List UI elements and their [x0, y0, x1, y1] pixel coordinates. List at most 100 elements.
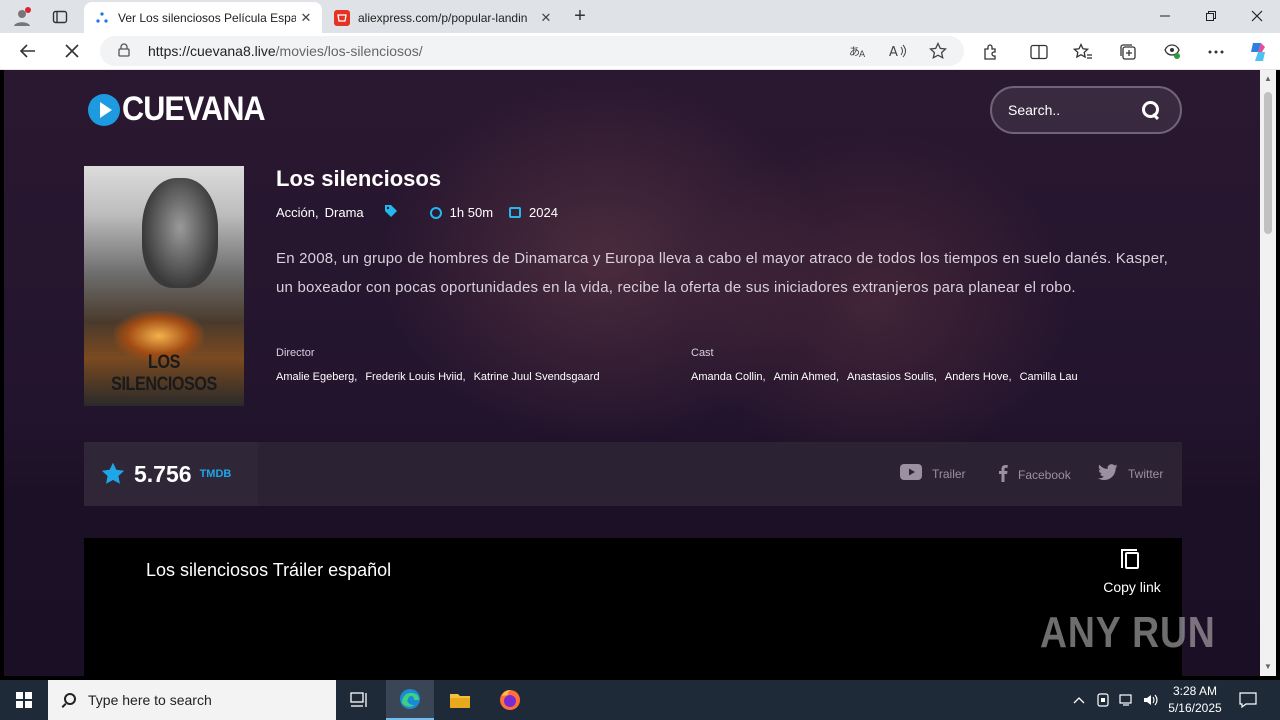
rating-score: 5.756	[134, 460, 192, 487]
windows-icon	[16, 692, 32, 708]
synopsis: En 2008, un grupo de hombres de Dinamarc…	[276, 250, 1168, 296]
task-view-icon[interactable]	[336, 680, 384, 720]
facebook-label: Facebook	[1018, 467, 1071, 482]
rating-source: TMDB	[199, 468, 232, 480]
stop-loading-icon[interactable]	[56, 37, 88, 65]
tab-title: aliexpress.com/p/popular-landin	[358, 10, 528, 25]
copilot-icon[interactable]	[1243, 39, 1273, 65]
tag-icon	[384, 204, 398, 221]
trailer-title[interactable]: Los silenciosos Tráiler español	[146, 560, 391, 581]
duration: 1h 50m	[449, 205, 494, 220]
genre-link[interactable]: Acción	[276, 205, 315, 220]
cast-link[interactable]: Camilla Lau	[1020, 371, 1078, 383]
tab-actions-icon[interactable]	[46, 4, 74, 30]
tab-cuevana[interactable]: Ver Los silenciosos Película Espa ✕	[84, 2, 322, 33]
aliexpress-icon	[334, 9, 350, 26]
loading-icon	[94, 10, 110, 26]
copy-link-label: Copy link	[1103, 579, 1161, 595]
copy-icon	[1121, 549, 1139, 569]
director-list: Amalie Egeberg, Frederik Louis Hviid, Ka…	[276, 371, 608, 383]
cast-link[interactable]: Anders Hove,	[945, 371, 1012, 383]
close-window-icon[interactable]	[1234, 0, 1280, 32]
scrollbar-thumb[interactable]	[1264, 92, 1272, 234]
close-tab-icon[interactable]: ✕	[296, 10, 316, 26]
minimize-icon[interactable]	[1142, 0, 1188, 32]
genre-link[interactable]: Drama	[325, 205, 364, 220]
search-input[interactable]	[1008, 102, 1128, 118]
taskbar-search[interactable]: Type here to search	[48, 680, 336, 720]
poster-face	[142, 178, 218, 288]
cast-label: Cast	[691, 347, 714, 359]
read-aloud-icon[interactable]: A	[886, 40, 910, 62]
notifications-icon[interactable]	[1232, 680, 1264, 720]
trailer-button[interactable]: Trailer	[900, 464, 966, 483]
rating-share-bar: 5.756 TMDB Trailer Facebook Twitter	[84, 442, 1182, 506]
file-explorer-icon[interactable]	[436, 680, 484, 720]
back-icon[interactable]	[12, 37, 44, 65]
logo-text: CUEVANA	[122, 90, 266, 128]
director-link[interactable]: Katrine Juul Svendsgaard	[474, 371, 600, 383]
page-viewport: CUEVANA LOS SILENCIOSOS Los silenciosos …	[4, 70, 1260, 676]
movie-title: Los silenciosos	[276, 166, 442, 191]
device-icon[interactable]	[1092, 680, 1114, 720]
address-toolbar: https://cuevana8.live/movies/los-silenci…	[0, 33, 1280, 70]
movie-meta: Acción , Drama 1h 50m 2024	[276, 204, 558, 221]
url-path: /movies/los-silenciosos/	[275, 43, 423, 59]
more-options-icon[interactable]	[1201, 39, 1231, 65]
restore-icon[interactable]	[1188, 0, 1234, 32]
cast-link[interactable]: Anastasios Soulis,	[847, 371, 937, 383]
cast-list: Amanda Collin, Amin Ahmed, Anastasios So…	[691, 371, 1086, 383]
rating-box: 5.756 TMDB	[84, 442, 258, 506]
scroll-down-icon[interactable]: ▼	[1260, 660, 1276, 674]
translate-icon[interactable]: あA	[846, 40, 870, 62]
facebook-icon	[998, 464, 1008, 485]
volume-icon[interactable]	[1140, 680, 1162, 720]
edge-icon[interactable]	[386, 680, 434, 720]
trailer-label: Trailer	[932, 466, 966, 481]
page-scrollbar[interactable]: ▲ ▼	[1260, 70, 1276, 676]
tab-aliexpress[interactable]: aliexpress.com/p/popular-landin ✕	[324, 2, 562, 33]
split-screen-icon[interactable]	[1024, 39, 1054, 65]
new-tab-button[interactable]: +	[566, 4, 594, 30]
tab-bar: Ver Los silenciosos Película Espa ✕ alie…	[0, 0, 1280, 33]
search-icon[interactable]	[1142, 101, 1160, 119]
favorite-star-icon[interactable]	[926, 40, 950, 62]
close-tab-icon[interactable]: ✕	[536, 10, 556, 26]
clock-icon	[429, 206, 442, 219]
favorites-icon[interactable]	[1068, 39, 1098, 65]
copy-link-button[interactable]: Copy link	[1100, 549, 1164, 595]
site-logo[interactable]: CUEVANA	[88, 90, 281, 129]
extensions-icon[interactable]	[976, 39, 1006, 65]
url-field[interactable]: https://cuevana8.live/movies/los-silenci…	[100, 36, 964, 66]
firefox-icon[interactable]	[486, 680, 534, 720]
play-logo-icon	[88, 93, 120, 126]
lock-icon	[118, 42, 134, 60]
system-clock[interactable]: 3:28 AM 5/16/2025	[1166, 683, 1224, 717]
cast-link[interactable]: Amanda Collin,	[691, 371, 766, 383]
browser-essentials-icon[interactable]	[1157, 39, 1187, 65]
trailer-player[interactable]: Los silenciosos Tráiler español Copy lin…	[84, 538, 1182, 676]
svg-text:A: A	[859, 50, 866, 59]
facebook-share-button[interactable]: Facebook	[998, 464, 1071, 485]
cast-link[interactable]: Amin Ahmed,	[774, 371, 839, 383]
release-year: 2024	[529, 205, 558, 220]
director-label: Director	[276, 347, 315, 359]
profile-icon[interactable]	[8, 4, 36, 30]
start-button[interactable]	[0, 680, 48, 720]
taskbar-search-placeholder: Type here to search	[88, 692, 212, 708]
youtube-icon	[900, 464, 922, 483]
director-link[interactable]: Amalie Egeberg,	[276, 371, 357, 383]
clock-time: 3:28 AM	[1172, 684, 1218, 698]
calendar-icon	[509, 207, 522, 218]
network-icon[interactable]	[1116, 680, 1138, 720]
twitter-label: Twitter	[1128, 466, 1164, 481]
anyrun-watermark: ANY RUN	[1040, 608, 1216, 657]
director-link[interactable]: Frederik Louis Hviid,	[365, 371, 465, 383]
twitter-share-button[interactable]: Twitter	[1098, 464, 1163, 483]
show-hidden-icons-icon[interactable]	[1068, 680, 1090, 720]
scroll-up-icon[interactable]: ▲	[1260, 72, 1276, 86]
movie-poster: LOS SILENCIOSOS	[84, 166, 244, 406]
svg-text:A: A	[889, 45, 898, 59]
collections-icon[interactable]	[1113, 39, 1143, 65]
url-text: https://cuevana8.live/movies/los-silenci…	[148, 43, 423, 59]
